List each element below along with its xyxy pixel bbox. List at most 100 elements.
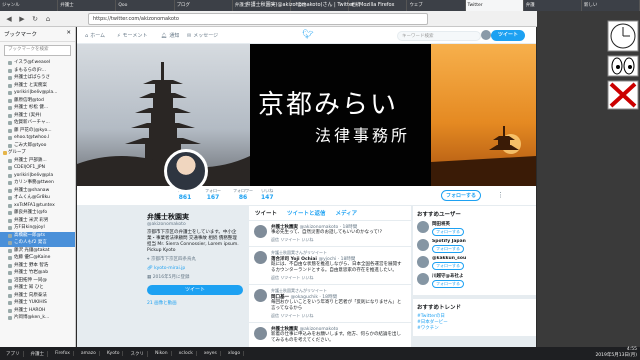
nav-messages[interactable]: ✉ メッセージ bbox=[187, 32, 218, 40]
taskbar-item[interactable]: Firefox bbox=[52, 351, 74, 356]
bookmark-item[interactable]: 弁護士 杉松 健... bbox=[0, 104, 75, 112]
taskbar-item[interactable]: amazo bbox=[78, 351, 100, 356]
bookmark-item[interactable]: 沼田拓伸 一同@ bbox=[0, 277, 75, 285]
bookmark-item[interactable]: 弁護士 知 ひと bbox=[0, 284, 75, 292]
photos-link[interactable]: 21 画像と動画 bbox=[147, 300, 241, 306]
follow-suggestion-button[interactable]: フォローする bbox=[432, 280, 464, 288]
timeline-tab[interactable]: ツイートと返信 bbox=[287, 209, 326, 217]
stat-3[interactable]: いいね 147 bbox=[261, 188, 274, 201]
bookmark-item[interactable]: 方F日kin@joyl bbox=[0, 224, 75, 232]
profile-handle[interactable]: @akizonomakoto bbox=[147, 222, 241, 227]
tweet[interactable]: 弁護士秋園実 @akizonomakoto · 18時間 事必先生って、自然災害の… bbox=[249, 221, 411, 247]
bookmark-item[interactable]: CDEI|OF1_JPN bbox=[0, 164, 75, 172]
taskbar-item[interactable]: スクリ bbox=[127, 350, 148, 357]
bookmark-item[interactable]: 藤沢 光鐘@takat bbox=[0, 247, 75, 255]
bookmark-item[interactable]: この人もf2 発言 bbox=[0, 239, 75, 247]
bookmark-item[interactable]: 藤 戸花の|@kyo... bbox=[0, 127, 75, 135]
taskbar-item[interactable]: xeyes bbox=[201, 351, 221, 356]
taskbar-item[interactable]: xclock bbox=[176, 351, 197, 356]
follow-suggestion-button[interactable]: フォローする bbox=[432, 262, 464, 270]
twitter-search-input[interactable]: キーワード検索 bbox=[397, 31, 481, 41]
follow-button[interactable]: フォローする bbox=[441, 190, 481, 201]
browser-tab[interactable]: 弁護士 bbox=[233, 0, 291, 11]
bookmark-item[interactable]: カリン事務@ttwen bbox=[0, 179, 75, 187]
bookmark-item[interactable]: 弁護士 米沢 彩男 bbox=[0, 217, 75, 225]
nav-notifications[interactable]: 🔔︎ 通知 bbox=[161, 32, 179, 40]
suggestion-avatar[interactable] bbox=[417, 221, 429, 233]
nav-home[interactable]: ⌂ ホーム bbox=[85, 32, 105, 40]
bookmark-item[interactable]: xxTsMFA1@tuntex bbox=[0, 202, 75, 210]
browser-tab[interactable]: ウェブ bbox=[407, 0, 466, 11]
browser-tab[interactable]: 弁護 bbox=[524, 0, 582, 11]
follow-suggestion-button[interactable]: フォローする bbox=[432, 228, 464, 236]
follow-suggestion-button[interactable]: フォローする bbox=[432, 245, 464, 253]
suggestion-avatar[interactable] bbox=[417, 239, 429, 251]
home-icon[interactable]: ⌂ bbox=[43, 14, 53, 24]
taskbar-item[interactable]: Kyoto bbox=[104, 351, 124, 356]
profile-tweet-button[interactable]: ツイート bbox=[147, 285, 243, 295]
tweet[interactable]: 弁護士秋園実さんがリツイート 岡口基一 @okaguchik · 18時間 毎回おか… bbox=[249, 285, 411, 323]
bookmark-item[interactable]: 弁護士 野本 智浩 bbox=[0, 262, 75, 270]
tweet[interactable]: 弁護士秋園実さんがリツイート 落合洋司 Yoji Ochiai @yjochi ·… bbox=[249, 247, 411, 285]
bookmark-item[interactable]: オムくん@Gr8ku bbox=[0, 194, 75, 202]
profile-avatar[interactable] bbox=[164, 149, 208, 193]
browser-tab[interactable]: 弁護士 bbox=[58, 0, 117, 11]
bookmark-item[interactable]: 弁護士 YUKIHIS bbox=[0, 299, 75, 307]
bookmark-item[interactable]: ごみ大郎@tyoo bbox=[0, 142, 75, 150]
suggestion-name[interactable]: Spotify Japan bbox=[432, 239, 466, 244]
bookmark-item[interactable]: 佐賀新バーチャ... bbox=[0, 119, 75, 127]
suggestion-name[interactable]: 川越守@あ社よ bbox=[432, 273, 464, 279]
timeline-tab[interactable]: メディア bbox=[336, 209, 358, 217]
tweet-avatar[interactable] bbox=[254, 225, 267, 238]
stat-1[interactable]: フォロー 167 bbox=[205, 188, 221, 201]
tweet[interactable]: 弁護士秋園実 @akizonomakoto 新着の仕事に申込みをお願いします。他方… bbox=[249, 323, 411, 347]
browser-tab[interactable]: Qoo bbox=[116, 0, 175, 11]
stat-2[interactable]: フォロワー 86 bbox=[233, 188, 253, 201]
tweet-avatar[interactable] bbox=[254, 289, 267, 302]
taskbar-item[interactable]: 弁護士 bbox=[28, 350, 48, 357]
back-arrow-icon[interactable]: ◀ bbox=[4, 14, 14, 24]
tweet-avatar[interactable] bbox=[254, 327, 267, 340]
bookmark-item[interactable]: 佐藤 優仁@Kaine bbox=[0, 254, 75, 262]
nav-moments[interactable]: ⚡ モーメント bbox=[117, 32, 147, 40]
bookmark-item[interactable]: yorikiri|beliv@pla bbox=[0, 172, 75, 180]
bookmark-search-input[interactable]: ブックマークを検索 bbox=[4, 45, 71, 56]
bookmark-item[interactable]: 片岡博@ken_k... bbox=[0, 314, 75, 322]
suggestion-name[interactable]: 岡田将英 bbox=[432, 221, 464, 227]
browser-tab[interactable]: Twitter bbox=[465, 0, 524, 11]
tweet-actions[interactable]: 返信 リツイート いいね bbox=[271, 275, 405, 281]
profile-website[interactable]: 🔗︎ kyoto-mirai.jp bbox=[147, 266, 241, 272]
tweet-actions[interactable]: 返信 リツイート いいね bbox=[271, 237, 405, 243]
bookmark-item[interactable]: 弁護士@shanaw bbox=[0, 187, 75, 195]
bookmark-item[interactable]: まもるらの|Fr... bbox=[0, 67, 75, 75]
taskbar-item[interactable]: xlogo bbox=[225, 351, 245, 356]
system-clock[interactable]: 4:55 2019年5月13日(月) bbox=[595, 347, 637, 359]
compose-tweet-button[interactable]: ツイート bbox=[491, 30, 525, 41]
browser-tab[interactable]: 「自治 bbox=[291, 0, 350, 11]
bookmark-item[interactable]: 弁護士ばばらうさ bbox=[0, 74, 75, 82]
bookmark-item[interactable]: 弁護士 (実弁) bbox=[0, 112, 75, 120]
taskbar-item[interactable]: アプリ bbox=[3, 350, 24, 357]
twitter-bird-icon[interactable]: 🐦︎ bbox=[302, 30, 313, 40]
suggestion-name[interactable]: @kakkun_sou bbox=[432, 256, 466, 261]
bookmark-item[interactable]: 弁護士 HAROH bbox=[0, 307, 75, 315]
close-icon[interactable]: ✕ bbox=[66, 30, 71, 38]
timeline-tab[interactable]: ツイート bbox=[255, 209, 277, 217]
bookmark-folder[interactable]: グループ bbox=[0, 149, 75, 157]
suggestion-avatar[interactable] bbox=[417, 256, 429, 268]
bookmark-item[interactable]: イスラ@f.weasel bbox=[0, 59, 75, 67]
bookmark-item[interactable]: 藤良弁護士(@fo bbox=[0, 209, 75, 217]
reload-icon[interactable]: ↻ bbox=[30, 14, 40, 24]
tweet-actions[interactable]: 返信 リツイート いいね bbox=[271, 313, 405, 319]
user-avatar[interactable] bbox=[481, 30, 491, 40]
browser-tab[interactable]: ブログ bbox=[175, 0, 233, 11]
url-bar[interactable]: https://twitter.com/akizonomakoto bbox=[88, 13, 428, 25]
bookmark-item[interactable]: 高橋龍一郎@ts bbox=[0, 231, 75, 239]
bookmark-item[interactable]: 藤原信明@tod bbox=[0, 97, 75, 105]
browser-tab[interactable]: 相続 bbox=[349, 0, 408, 11]
suggestion-avatar[interactable] bbox=[417, 273, 429, 285]
more-options-icon[interactable]: ⋮ bbox=[497, 191, 504, 199]
bookmark-item[interactable]: 弁護士 竹岩@ab bbox=[0, 269, 75, 277]
bookmark-item[interactable]: 弁護士 と実務案 bbox=[0, 82, 75, 90]
bookmark-item[interactable]: 弁護士 向原泰法 bbox=[0, 292, 75, 300]
